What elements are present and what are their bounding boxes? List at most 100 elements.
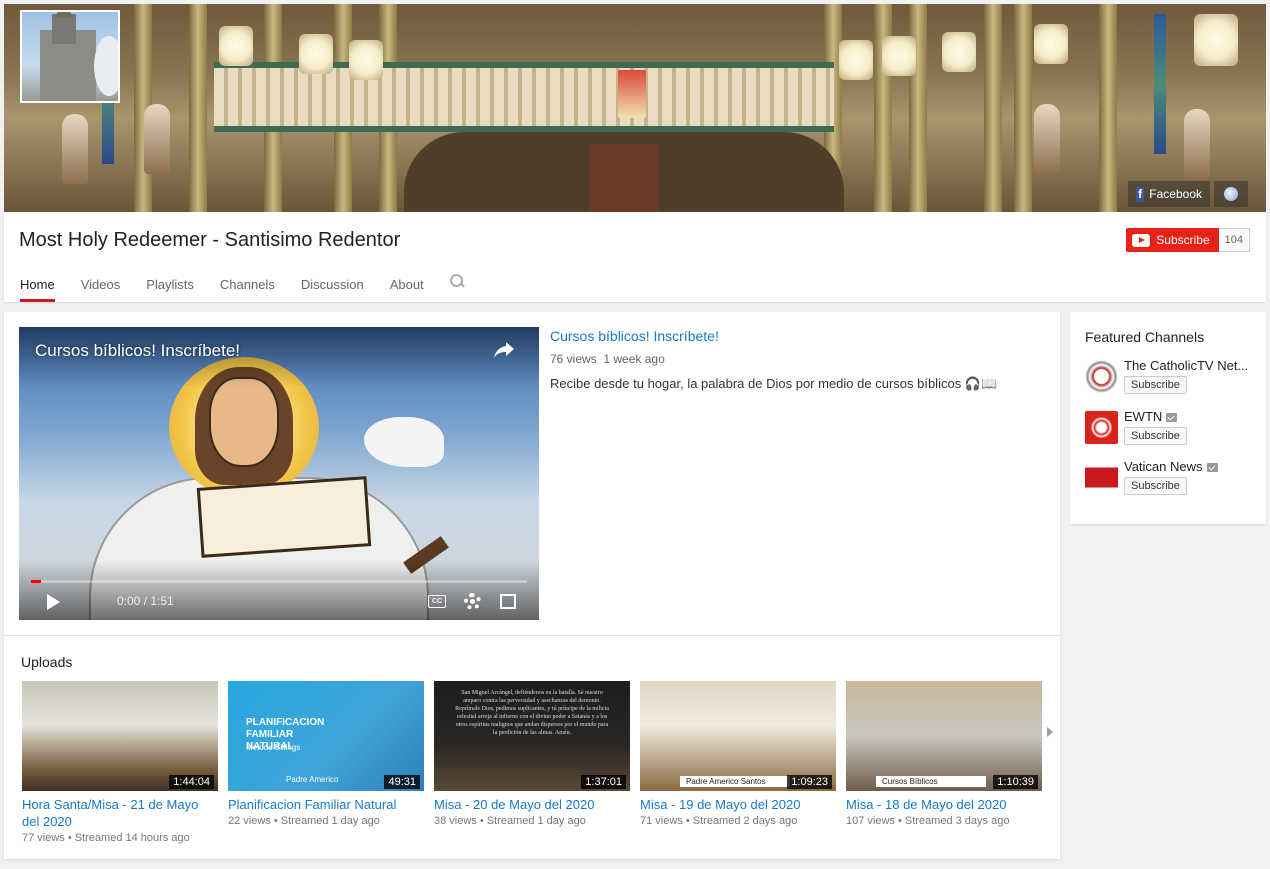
featured-channel: The CatholicTV Net... Subscribe — [1085, 358, 1254, 394]
upload-title[interactable]: Misa - 19 de Mayo del 2020 — [640, 796, 836, 813]
channel-avatar[interactable] — [1085, 360, 1118, 393]
lamp — [219, 26, 253, 66]
video-player[interactable]: Cursos bíblicos! Inscríbete! 0:00 / 1:51… — [19, 327, 539, 620]
upload-streamed: Streamed 14 hours ago — [74, 832, 190, 844]
tab-discussion[interactable]: Discussion — [301, 268, 364, 302]
pillar — [189, 4, 207, 212]
church-spire — [54, 12, 74, 18]
statue — [1184, 109, 1210, 179]
book-illustration — [196, 476, 372, 558]
upload-title[interactable]: Misa - 20 de Mayo del 2020 — [434, 796, 630, 813]
featured-channel: EWTN Subscribe — [1085, 409, 1254, 445]
play-icon[interactable] — [47, 594, 60, 610]
featured-channels-title: Featured Channels — [1085, 329, 1205, 345]
uploads-section-title[interactable]: Uploads — [21, 654, 72, 670]
video-thumbnail[interactable]: Padre Americo Santos 1:09:23 — [640, 681, 836, 791]
video-thumbnail[interactable]: 1:44:04 — [22, 681, 218, 791]
video-duration: 49:31 — [384, 775, 420, 789]
lamp — [299, 34, 333, 74]
settings-gear-icon[interactable] — [464, 593, 481, 610]
lamp — [882, 36, 916, 76]
statue — [62, 114, 88, 184]
main-content: Cursos bíblicos! Inscríbete! 0:00 / 1:51… — [4, 312, 1060, 859]
website-link[interactable] — [1214, 181, 1248, 207]
facebook-icon: f — [1136, 186, 1145, 202]
upload-views: 38 views — [434, 815, 477, 827]
tab-channels[interactable]: Channels — [220, 268, 275, 302]
channel-tabs: Home Videos Playlists Channels Discussio… — [20, 268, 464, 302]
featured-video-description: Recibe desde tu hogar, la palabra de Dio… — [550, 376, 998, 391]
upload-item[interactable]: 1:44:04 Hora Santa/Misa - 21 de Mayo del… — [22, 681, 218, 844]
share-icon[interactable] — [493, 341, 515, 359]
featured-video-age: 1 week ago — [603, 352, 665, 366]
featured-channel-name-text: EWTN — [1124, 409, 1163, 424]
fullscreen-icon[interactable] — [500, 594, 516, 609]
facebook-link[interactable]: f Facebook — [1128, 181, 1210, 207]
upload-title[interactable]: Planificacion Familiar Natural — [228, 796, 424, 813]
upload-meta: 77 views • Streamed 14 hours ago — [22, 832, 190, 844]
video-thumbnail[interactable]: Cursos Bíblicos 1:10:39 — [846, 681, 1042, 791]
upload-streamed: Streamed 1 day ago — [280, 815, 380, 827]
statue — [1034, 104, 1060, 174]
player-title[interactable]: Cursos bíblicos! Inscríbete! — [35, 341, 240, 361]
upload-item[interactable]: PLANIFICACION FAMILIAR NATURAL Metodo Bi… — [228, 681, 424, 844]
globe-icon — [1224, 187, 1238, 201]
featured-subscribe-button[interactable]: Subscribe — [1124, 477, 1187, 495]
tab-videos[interactable]: Videos — [81, 268, 121, 302]
tab-about[interactable]: About — [390, 268, 424, 302]
verified-icon — [1166, 413, 1178, 423]
lamp — [1034, 24, 1068, 64]
facebook-link-label: Facebook — [1149, 187, 1202, 201]
video-thumbnail[interactable]: San Miguel Arcángel, defiéndenos en la b… — [434, 681, 630, 791]
lamp — [839, 40, 873, 80]
captions-icon[interactable]: CC — [428, 595, 446, 608]
channel-title[interactable]: Most Holy Redeemer - Santisimo Redentor — [19, 229, 400, 252]
pillar — [984, 4, 1002, 212]
featured-subscribe-button[interactable]: Subscribe — [1124, 376, 1187, 394]
player-bottom-gradient — [19, 560, 539, 620]
upload-streamed: Streamed 3 days ago — [904, 815, 1010, 827]
video-duration: 1:44:04 — [169, 775, 214, 789]
lamp — [1194, 14, 1238, 66]
dove-illustration — [364, 417, 444, 467]
lamp — [942, 32, 976, 72]
divine-mercy-image — [618, 70, 646, 118]
pillar — [1014, 4, 1032, 212]
upload-item[interactable]: Padre Americo Santos 1:09:23 Misa - 19 d… — [640, 681, 836, 844]
search-icon[interactable] — [449, 274, 464, 288]
featured-video-info: Cursos bíblicos! Inscríbete! 76 views 1 … — [550, 328, 1030, 392]
upload-item[interactable]: San Miguel Arcángel, defiéndenos en la b… — [434, 681, 630, 844]
featured-subscribe-button[interactable]: Subscribe — [1124, 427, 1187, 445]
section-divider — [4, 635, 1060, 636]
progress-bar-fill — [31, 580, 41, 583]
upload-views: 22 views — [228, 815, 271, 827]
shelf-next-arrow-icon[interactable] — [1047, 727, 1053, 737]
featured-channel: Vatican News Subscribe — [1085, 459, 1254, 495]
channel-avatar[interactable] — [20, 10, 120, 103]
upload-meta: 22 views • Streamed 1 day ago — [228, 815, 380, 827]
upload-title[interactable]: Hora Santa/Misa - 21 de Mayo del 2020 — [22, 796, 218, 830]
featured-channel-name[interactable]: The CatholicTV Net... — [1124, 358, 1254, 373]
upload-title[interactable]: Misa - 18 de Mayo del 2020 — [846, 796, 1042, 813]
door — [589, 144, 659, 212]
upload-item[interactable]: Cursos Bíblicos 1:10:39 Misa - 18 de May… — [846, 681, 1042, 844]
statue — [144, 104, 170, 174]
upload-meta: 107 views • Streamed 3 days ago — [846, 815, 1010, 827]
featured-channel-name[interactable]: Vatican News — [1124, 459, 1254, 474]
face-illustration — [209, 377, 279, 467]
upload-views: 71 views — [640, 815, 683, 827]
upload-streamed: Streamed 2 days ago — [692, 815, 798, 827]
thumbnail-presenter: Padre Americo — [286, 775, 339, 784]
subscribe-button[interactable]: Subscribe — [1126, 228, 1219, 252]
channel-avatar[interactable] — [1085, 461, 1118, 494]
stained-glass-window — [1154, 14, 1166, 154]
channel-avatar[interactable] — [1085, 411, 1118, 444]
featured-video-title[interactable]: Cursos bíblicos! Inscríbete! — [550, 328, 1030, 344]
featured-channels-panel: Featured Channels The CatholicTV Net... … — [1070, 312, 1266, 524]
progress-bar[interactable] — [31, 580, 527, 583]
featured-channel-name[interactable]: EWTN — [1124, 409, 1254, 424]
thumbnail-subtitle: Metodo Billings — [246, 743, 301, 752]
video-thumbnail[interactable]: PLANIFICACION FAMILIAR NATURAL Metodo Bi… — [228, 681, 424, 791]
tab-home[interactable]: Home — [20, 268, 55, 302]
tab-playlists[interactable]: Playlists — [146, 268, 194, 302]
